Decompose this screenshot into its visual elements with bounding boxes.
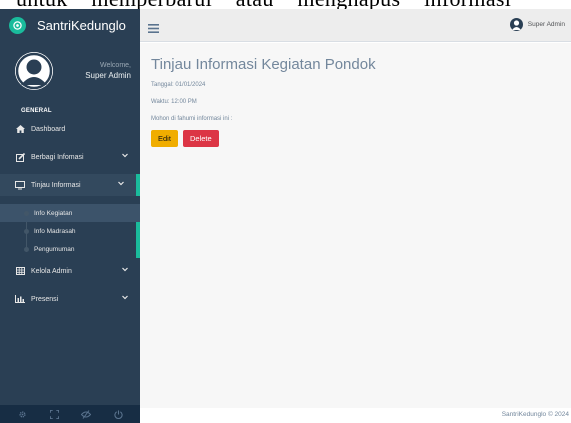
menu-section-title: GENERAL xyxy=(21,108,52,114)
submenu-item-label: Info Madrasah xyxy=(34,227,76,235)
edit-icon xyxy=(15,152,25,162)
submenu-item-label: Pengumuman xyxy=(34,245,75,253)
sidebar-item-label: Presensi xyxy=(31,295,59,303)
profile-name: Super Admin xyxy=(85,71,131,80)
user-avatar-icon xyxy=(509,18,523,31)
brand[interactable]: SantriKedunglo xyxy=(0,9,140,42)
page-footer: SantriKedunglo © 2024 xyxy=(140,408,571,423)
time-text: Waktu: 12:00 PM xyxy=(151,99,197,105)
sidebar-item-label: Dashboard xyxy=(31,125,66,133)
delete-button[interactable]: Delete xyxy=(182,130,219,147)
sidebar-item-presensi[interactable]: Presensi xyxy=(0,288,140,310)
chevron-down-icon xyxy=(122,267,128,274)
sidebar-footer xyxy=(0,405,140,423)
sidebar-item-tinjau-informasi[interactable]: Tinjau Informasi xyxy=(0,174,140,196)
logo-icon xyxy=(9,17,26,34)
profile: Welcome, Super Admin xyxy=(0,42,140,100)
chevron-down-icon xyxy=(118,181,124,188)
fullscreen-icon[interactable] xyxy=(44,409,64,419)
welcome-text: Welcome, xyxy=(100,62,131,69)
sidebar-item-dashboard[interactable]: Dashboard xyxy=(0,118,140,140)
sidebar: SantriKedunglo Welcome, Super Admin GENE… xyxy=(0,9,140,423)
brand-name: SantriKedunglo xyxy=(37,18,126,33)
user-menu[interactable]: Super Admin xyxy=(509,18,565,31)
clipped-text: untuk memperbarui atau menghapus informa… xyxy=(16,0,511,9)
main-content: Tinjau Informasi Kegiatan Pondok Tanggal… xyxy=(140,43,571,408)
submenu-item-info-madrasah[interactable]: Info Madrasah xyxy=(0,222,140,240)
submenu-item-info-kegiatan[interactable]: Info Kegiatan xyxy=(0,204,140,222)
edit-button[interactable]: Edit xyxy=(151,130,178,147)
chevron-down-icon xyxy=(122,153,128,160)
date-text: Tanggal: 01/01/2024 xyxy=(151,82,206,88)
menu-toggle-icon[interactable] xyxy=(148,20,159,38)
settings-icon[interactable] xyxy=(12,410,32,419)
sidebar-item-berbagi-informasi[interactable]: Berbagi Infomasi xyxy=(0,146,140,168)
submenu-item-pengumuman[interactable]: Pengumuman xyxy=(0,240,140,258)
top-navbar: Super Admin xyxy=(140,9,571,42)
sidebar-item-kelola-admin[interactable]: Kelola Admin xyxy=(0,260,140,282)
power-icon[interactable] xyxy=(108,409,128,419)
sidebar-item-label: Kelola Admin xyxy=(31,267,72,275)
submenu-tinjau-informasi: Info Kegiatan Info Madrasah Pengumuman xyxy=(0,204,140,258)
user-name: Super Admin xyxy=(527,21,565,28)
page-title: Tinjau Informasi Kegiatan Pondok xyxy=(151,56,376,73)
footer-copyright: SantriKedunglo © 2024 xyxy=(501,411,569,418)
sidebar-item-label: Berbagi Infomasi xyxy=(31,153,84,161)
table-icon xyxy=(15,266,25,276)
sidebar-item-label: Tinjau Informasi xyxy=(31,181,81,189)
submenu-item-label: Info Kegiatan xyxy=(34,209,73,217)
home-icon xyxy=(15,124,25,134)
chevron-down-icon xyxy=(122,295,128,302)
avatar xyxy=(15,52,53,90)
monitor-icon xyxy=(15,180,25,190)
clipped-document-text: untuk memperbarui atau menghapus informa… xyxy=(0,0,571,9)
eye-slash-icon[interactable] xyxy=(76,409,96,419)
bar-chart-icon xyxy=(15,294,25,304)
message-text: Mohon di fahumi informasi ini : xyxy=(151,116,233,122)
